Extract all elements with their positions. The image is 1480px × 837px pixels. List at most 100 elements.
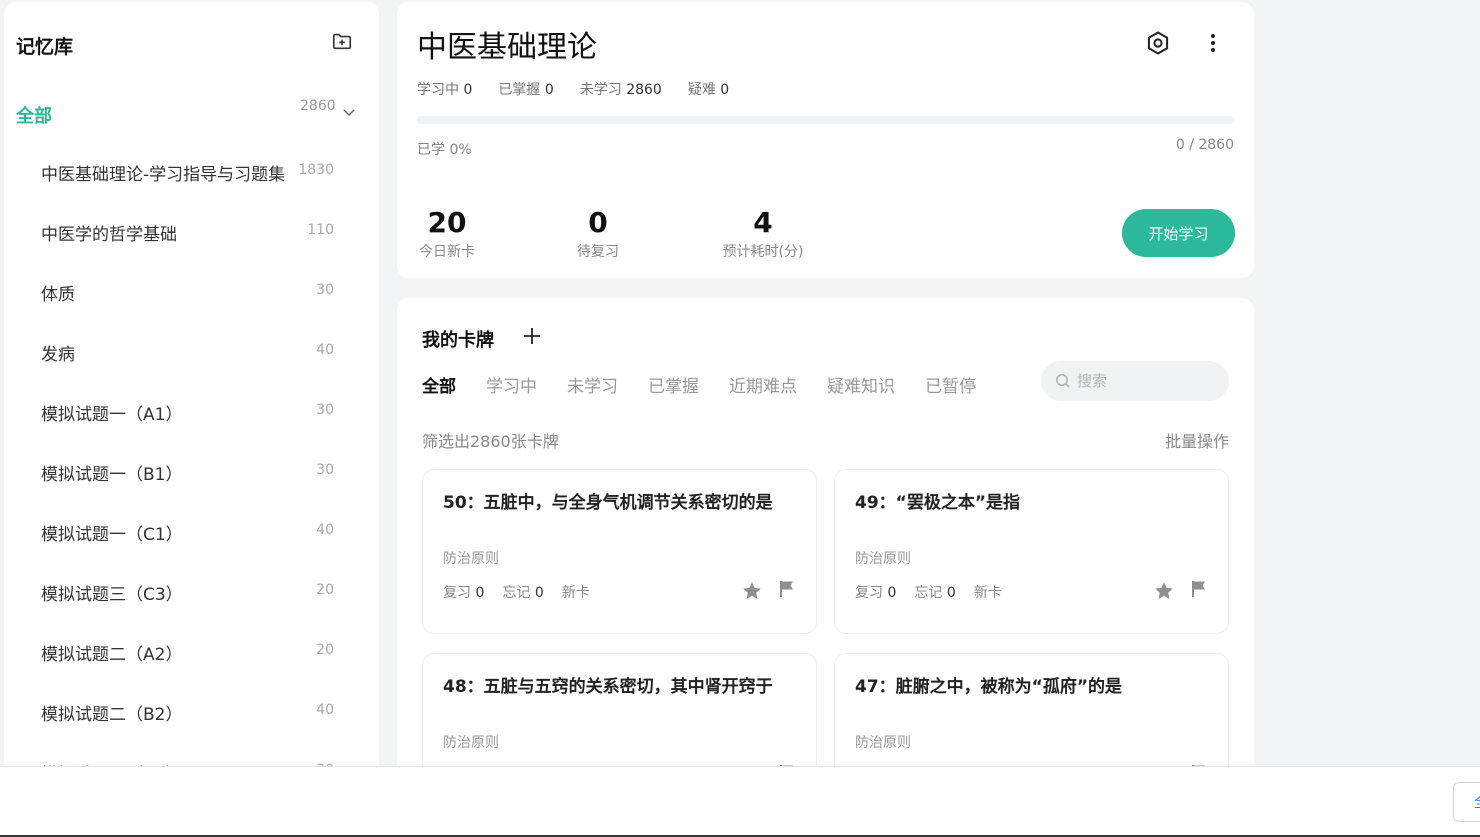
card-review: 复习 0	[443, 582, 484, 602]
star-icon[interactable]	[1153, 580, 1175, 602]
add-folder-icon[interactable]	[331, 30, 353, 52]
metric-estimated-time: 4 预计耗时(分)	[715, 207, 811, 261]
plus-icon[interactable]	[521, 325, 543, 347]
sidebar-item-label: 模拟试题一（B1）	[41, 465, 183, 485]
sidebar: 记忆库 全部 2860 中医基础理论-学习指导与习题集 1830 中医学的哲学基础…	[4, 2, 379, 802]
card-status: 新卡	[973, 585, 1002, 601]
card-question: 50：五脏中，与全身气机调节关系密切的是	[443, 493, 773, 513]
sidebar-item[interactable]: 模拟试题一（B1） 30	[4, 442, 379, 502]
tab-recent-difficult[interactable]: 近期难点	[729, 372, 797, 397]
sidebar-item-count: 20	[316, 582, 334, 598]
progress-bar	[417, 116, 1235, 124]
sidebar-item-label: 中医学的哲学基础	[41, 225, 177, 245]
search-input[interactable]	[1077, 369, 1217, 393]
sidebar-item-count: 40	[316, 342, 334, 358]
tab-unlearned[interactable]: 未学习	[567, 372, 618, 397]
card-review-count: 0	[475, 585, 485, 601]
sidebar-item-label: 模拟试题三（C3）	[41, 585, 183, 605]
flashcard[interactable]: 49：“罢极之本”是指 防治原则 复习 0 忘记 0 新卡	[834, 469, 1229, 634]
card-meta: 复习 0 忘记 0 新卡	[443, 582, 590, 602]
deck-title: 中医基础理论	[417, 30, 597, 65]
sidebar-item-count: 1830	[298, 162, 334, 178]
bottom-bar: 全	[0, 766, 1480, 837]
sidebar-item[interactable]: 模拟试题三（C3） 20	[4, 562, 379, 622]
metric-value: 4	[753, 206, 773, 239]
card-question: 48：五脏与五窍的关系密切，其中肾开窍于	[443, 677, 773, 697]
progress-count: 0 / 2860	[1175, 137, 1234, 153]
start-learning-button[interactable]: 开始学习	[1122, 209, 1235, 257]
metric-label: 预计耗时(分)	[722, 244, 804, 260]
stat-unlearned: 未学习 2860	[580, 79, 662, 99]
cards-panel: 我的卡牌 全部 学习中 未学习 已掌握 近期难点 疑难知识 已暂停 筛选出286…	[397, 298, 1254, 818]
stat-mastered-value: 0	[544, 82, 554, 98]
metric-value: 0	[588, 206, 608, 239]
sidebar-item-label: 体质	[41, 285, 75, 305]
sidebar-item[interactable]: 模拟试题一（A1） 30	[4, 382, 379, 442]
stat-difficult: 疑难 0	[688, 79, 729, 99]
stat-mastered: 已掌握 0	[498, 79, 553, 99]
bottom-action-button[interactable]: 全	[1453, 782, 1480, 822]
star-icon[interactable]	[741, 580, 763, 602]
sidebar-title: 记忆库	[16, 36, 74, 58]
sidebar-item-count: 40	[316, 522, 334, 538]
tab-difficult-knowledge[interactable]: 疑难知识	[827, 372, 895, 397]
card-tag: 防治原则	[443, 551, 499, 567]
metric-label: 今日新卡	[419, 244, 475, 260]
card-review-label: 复习	[855, 585, 883, 601]
card-tag: 防治原则	[443, 735, 499, 751]
flag-icon[interactable]	[1189, 579, 1209, 599]
card-forget: 忘记 0	[914, 582, 955, 602]
flag-icon[interactable]	[777, 579, 797, 599]
metric-to-review: 0 待复习	[565, 207, 631, 261]
stat-unlearned-label: 未学习	[579, 82, 622, 98]
sidebar-item[interactable]: 中医基础理论-学习指导与习题集 1830	[4, 142, 379, 202]
more-vertical-icon[interactable]	[1203, 30, 1223, 56]
stat-learning-value: 0	[463, 82, 473, 98]
card-forget-label: 忘记	[914, 585, 943, 601]
stat-difficult-value: 0	[720, 82, 730, 98]
learned-percent: 已学 0%	[417, 142, 472, 158]
sidebar-item-label: 模拟试题二（B2）	[41, 705, 183, 725]
sidebar-item-label: 发病	[41, 345, 75, 365]
tab-paused[interactable]: 已暂停	[925, 372, 976, 397]
sidebar-item-label: 模拟试题二（A2）	[41, 645, 183, 665]
card-filter-tabs: 全部 学习中 未学习 已掌握 近期难点 疑难知识 已暂停	[422, 372, 976, 397]
card-tag: 防治原则	[855, 551, 911, 567]
card-review: 复习 0	[855, 582, 896, 602]
card-forget-label: 忘记	[502, 585, 531, 601]
card-review-label: 复习	[443, 585, 471, 601]
sidebar-item-count: 40	[316, 702, 334, 718]
batch-operation-button[interactable]: 批量操作	[1165, 428, 1229, 452]
filter-result-text: 筛选出2860张卡牌	[422, 432, 559, 451]
flashcard[interactable]: 50：五脏中，与全身气机调节关系密切的是 防治原则 复习 0 忘记 0 新卡	[422, 469, 817, 634]
search-box[interactable]	[1041, 361, 1229, 401]
sidebar-item-count: 110	[307, 222, 334, 238]
sidebar-all[interactable]: 全部	[16, 102, 52, 128]
chevron-down-icon[interactable]	[342, 105, 356, 119]
settings-icon[interactable]	[1145, 30, 1171, 56]
card-forget-count: 0	[946, 585, 956, 601]
metric-value: 20	[427, 206, 467, 239]
sidebar-item-label: 模拟试题一（A1）	[41, 405, 183, 425]
deck-summary-card: 中医基础理论 学习中 0 已掌握 0 未学习 2860 疑难 0 已学 0% 0…	[397, 2, 1254, 278]
card-forget: 忘记 0	[502, 582, 543, 602]
sidebar-item[interactable]: 模拟试题二（B2） 40	[4, 682, 379, 742]
tab-all[interactable]: 全部	[422, 372, 456, 397]
card-status: 新卡	[561, 585, 590, 601]
card-question: 47：脏腑之中，被称为“孤府”的是	[855, 677, 1123, 697]
sidebar-item-count: 20	[316, 642, 334, 658]
sidebar-item-count: 30	[316, 462, 334, 478]
tab-mastered[interactable]: 已掌握	[648, 372, 699, 397]
sidebar-item[interactable]: 中医学的哲学基础 110	[4, 202, 379, 262]
deck-stats: 学习中 0 已掌握 0 未学习 2860 疑难 0	[417, 79, 729, 99]
tab-learning[interactable]: 学习中	[486, 372, 537, 397]
stat-unlearned-value: 2860	[626, 82, 662, 98]
stat-difficult-label: 疑难	[687, 82, 716, 98]
sidebar-item[interactable]: 体质 30	[4, 262, 379, 322]
sidebar-item[interactable]: 发病 40	[4, 322, 379, 382]
card-tag: 防治原则	[855, 735, 911, 751]
sidebar-item[interactable]: 模拟试题一（C1） 40	[4, 502, 379, 562]
stat-mastered-label: 已掌握	[498, 82, 541, 98]
sidebar-item[interactable]: 模拟试题二（A2） 20	[4, 622, 379, 682]
stat-learning-label: 学习中	[417, 82, 459, 98]
